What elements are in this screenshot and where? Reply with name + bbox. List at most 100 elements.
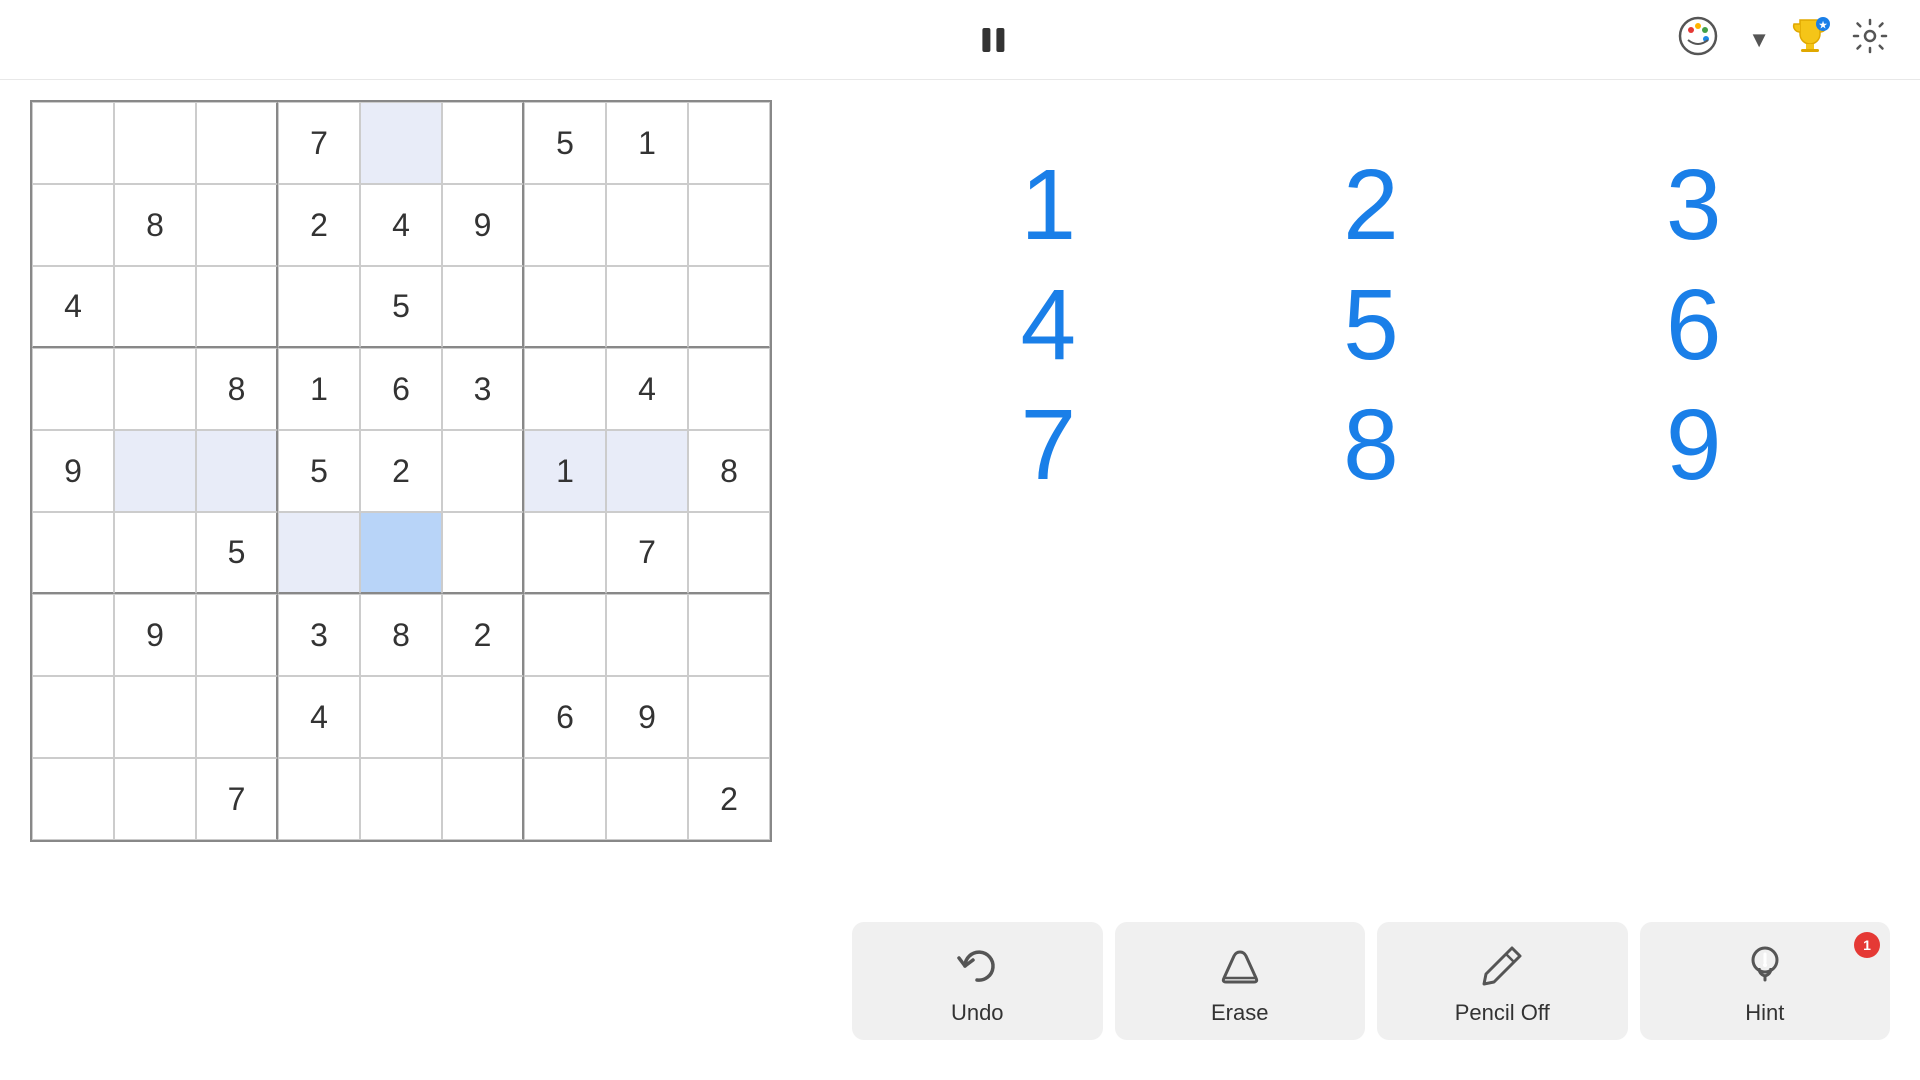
sudoku-cell[interactable]: 8 bbox=[114, 184, 196, 266]
sudoku-cell[interactable] bbox=[32, 512, 114, 594]
sudoku-cell[interactable] bbox=[32, 102, 114, 184]
sudoku-cell[interactable]: 6 bbox=[360, 348, 442, 430]
number-btn-4[interactable]: 4 bbox=[892, 270, 1205, 380]
pause-button[interactable] bbox=[978, 25, 1008, 55]
sudoku-cell[interactable]: 2 bbox=[360, 430, 442, 512]
sudoku-cell[interactable] bbox=[114, 102, 196, 184]
sudoku-cell[interactable] bbox=[114, 758, 196, 840]
undo-button[interactable]: Undo bbox=[852, 922, 1103, 1040]
settings-button[interactable] bbox=[1850, 16, 1890, 64]
sudoku-cell[interactable]: 7 bbox=[606, 512, 688, 594]
sudoku-cell[interactable] bbox=[32, 758, 114, 840]
sudoku-cell[interactable]: 3 bbox=[442, 348, 524, 430]
number-btn-5[interactable]: 5 bbox=[1215, 270, 1528, 380]
sudoku-cell[interactable]: 8 bbox=[688, 430, 770, 512]
sudoku-cell[interactable] bbox=[114, 266, 196, 348]
sudoku-cell[interactable]: 5 bbox=[278, 430, 360, 512]
sudoku-cell[interactable] bbox=[524, 512, 606, 594]
sudoku-cell[interactable] bbox=[688, 594, 770, 676]
sudoku-cell[interactable]: 2 bbox=[442, 594, 524, 676]
sudoku-cell[interactable] bbox=[114, 512, 196, 594]
sudoku-cell[interactable]: 9 bbox=[442, 184, 524, 266]
sudoku-cell[interactable]: 4 bbox=[360, 184, 442, 266]
number-btn-8[interactable]: 8 bbox=[1215, 390, 1528, 500]
sudoku-cell[interactable]: 7 bbox=[196, 758, 278, 840]
sudoku-cell[interactable] bbox=[442, 102, 524, 184]
sudoku-cell[interactable]: 1 bbox=[606, 102, 688, 184]
sudoku-cell[interactable] bbox=[32, 594, 114, 676]
sudoku-cell[interactable] bbox=[360, 758, 442, 840]
sudoku-cell[interactable]: 5 bbox=[196, 512, 278, 594]
sudoku-cell[interactable] bbox=[114, 676, 196, 758]
sudoku-cell[interactable] bbox=[32, 184, 114, 266]
sudoku-cell[interactable] bbox=[360, 676, 442, 758]
sudoku-cell[interactable] bbox=[688, 102, 770, 184]
sudoku-cell[interactable] bbox=[32, 348, 114, 430]
erase-button[interactable]: Erase bbox=[1115, 922, 1366, 1040]
sudoku-cell[interactable] bbox=[524, 594, 606, 676]
number-btn-6[interactable]: 6 bbox=[1537, 270, 1850, 380]
sudoku-cell[interactable] bbox=[196, 676, 278, 758]
sudoku-cell[interactable] bbox=[32, 676, 114, 758]
sudoku-cell[interactable] bbox=[524, 184, 606, 266]
number-btn-1[interactable]: 1 bbox=[892, 150, 1205, 260]
sudoku-cell[interactable] bbox=[360, 512, 442, 594]
sudoku-cell[interactable] bbox=[688, 348, 770, 430]
hint-button[interactable]: Hint1 bbox=[1640, 922, 1891, 1040]
sudoku-cell[interactable] bbox=[442, 266, 524, 348]
sudoku-cell[interactable]: 9 bbox=[606, 676, 688, 758]
sudoku-cell[interactable] bbox=[278, 758, 360, 840]
sudoku-cell[interactable]: 8 bbox=[360, 594, 442, 676]
number-btn-7[interactable]: 7 bbox=[892, 390, 1205, 500]
trophy-button[interactable]: ★ bbox=[1790, 16, 1830, 64]
sudoku-cell[interactable] bbox=[196, 594, 278, 676]
sudoku-cell[interactable] bbox=[606, 758, 688, 840]
sudoku-cell[interactable]: 3 bbox=[278, 594, 360, 676]
sudoku-cell[interactable] bbox=[114, 348, 196, 430]
sudoku-cell[interactable]: 5 bbox=[524, 102, 606, 184]
sudoku-cell[interactable] bbox=[606, 430, 688, 512]
sudoku-cell[interactable]: 2 bbox=[688, 758, 770, 840]
sudoku-cell[interactable] bbox=[196, 102, 278, 184]
pencil-button[interactable]: Pencil Off bbox=[1377, 922, 1628, 1040]
sudoku-cell[interactable]: 9 bbox=[114, 594, 196, 676]
sudoku-cell[interactable]: 5 bbox=[360, 266, 442, 348]
sudoku-cell[interactable]: 9 bbox=[32, 430, 114, 512]
sudoku-cell[interactable] bbox=[524, 348, 606, 430]
sudoku-cell[interactable] bbox=[442, 758, 524, 840]
sudoku-cell[interactable] bbox=[196, 184, 278, 266]
sudoku-cell[interactable] bbox=[606, 594, 688, 676]
sudoku-cell[interactable] bbox=[606, 266, 688, 348]
sudoku-cell[interactable]: 2 bbox=[278, 184, 360, 266]
sudoku-cell[interactable] bbox=[196, 266, 278, 348]
sudoku-cell[interactable] bbox=[442, 512, 524, 594]
sudoku-cell[interactable] bbox=[524, 266, 606, 348]
sudoku-cell[interactable] bbox=[524, 758, 606, 840]
number-btn-2[interactable]: 2 bbox=[1215, 150, 1528, 260]
sudoku-cell[interactable]: 1 bbox=[524, 430, 606, 512]
sudoku-cell[interactable] bbox=[688, 512, 770, 594]
sudoku-cell[interactable] bbox=[688, 676, 770, 758]
sudoku-cell[interactable]: 4 bbox=[278, 676, 360, 758]
sudoku-cell[interactable] bbox=[278, 512, 360, 594]
sudoku-cell[interactable]: 4 bbox=[32, 266, 114, 348]
sudoku-cell[interactable]: 8 bbox=[196, 348, 278, 430]
sudoku-grid[interactable]: 751824945816349521857938246972 bbox=[30, 100, 772, 842]
sudoku-cell[interactable]: 6 bbox=[524, 676, 606, 758]
sudoku-cell[interactable] bbox=[360, 102, 442, 184]
new-game-button[interactable]: ▼ bbox=[1740, 27, 1770, 53]
number-btn-3[interactable]: 3 bbox=[1537, 150, 1850, 260]
sudoku-cell[interactable] bbox=[688, 184, 770, 266]
sudoku-cell[interactable]: 1 bbox=[278, 348, 360, 430]
sudoku-cell[interactable] bbox=[442, 430, 524, 512]
sudoku-cell[interactable]: 4 bbox=[606, 348, 688, 430]
sudoku-cell[interactable] bbox=[278, 266, 360, 348]
sudoku-cell[interactable] bbox=[442, 676, 524, 758]
palette-button[interactable] bbox=[1676, 14, 1720, 66]
sudoku-cell[interactable] bbox=[688, 266, 770, 348]
sudoku-cell[interactable] bbox=[196, 430, 278, 512]
sudoku-cell[interactable] bbox=[606, 184, 688, 266]
sudoku-cell[interactable]: 7 bbox=[278, 102, 360, 184]
sudoku-cell[interactable] bbox=[114, 430, 196, 512]
number-btn-9[interactable]: 9 bbox=[1537, 390, 1850, 500]
